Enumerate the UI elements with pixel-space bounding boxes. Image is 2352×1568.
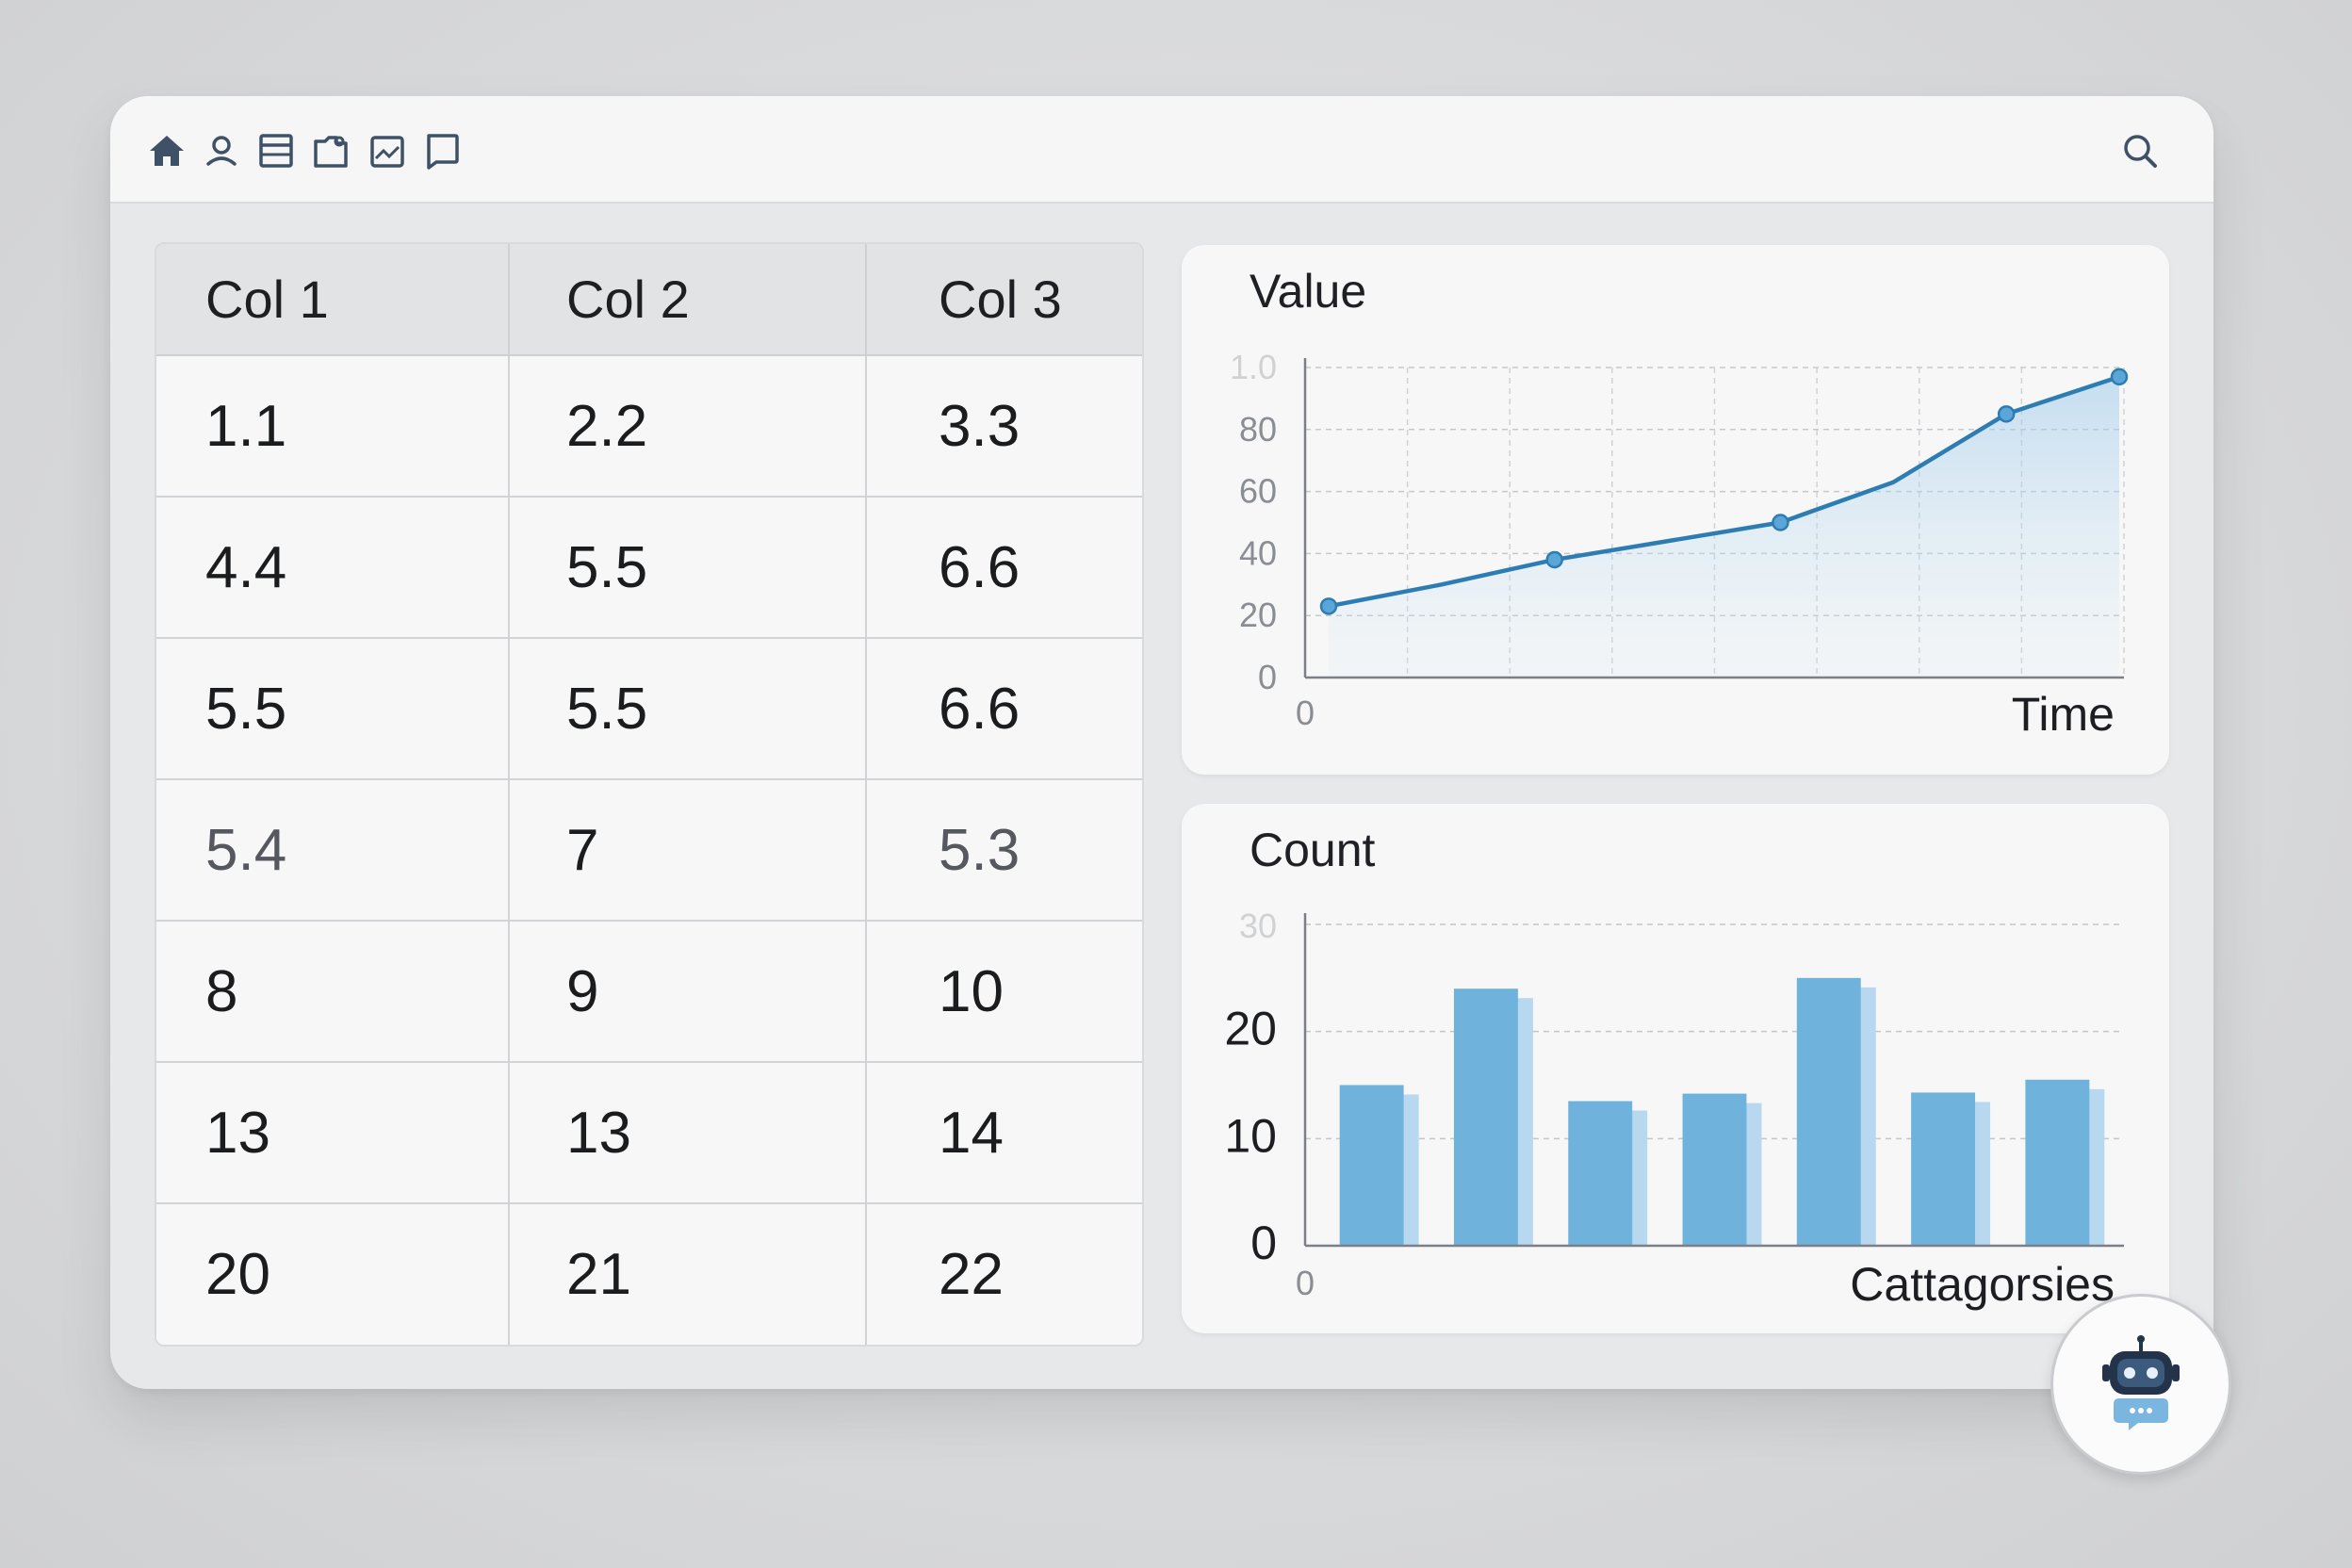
- top-toolbar: [110, 96, 2213, 204]
- table-cell[interactable]: 20: [156, 1203, 510, 1345]
- table-cell[interactable]: 10: [866, 921, 1142, 1063]
- user-icon[interactable]: [197, 126, 246, 175]
- y-tick-label: 10: [1224, 1109, 1277, 1162]
- line-chart-title: Value: [1250, 265, 1367, 318]
- table-cell[interactable]: 8: [156, 921, 510, 1063]
- x-axis-label: Time: [2012, 688, 2115, 741]
- table-cell[interactable]: 1.1: [156, 355, 510, 498]
- robot-assistant-button[interactable]: [2050, 1294, 2231, 1475]
- y-tick-label: 40: [1239, 533, 1277, 572]
- table-cell[interactable]: 13: [509, 1062, 867, 1204]
- bar-shadow: [1515, 998, 1533, 1246]
- line-point: [1997, 405, 2016, 423]
- line-point: [1772, 514, 1789, 531]
- data-table: Col 1 Col 2 Col 3 1.1 2.2 3.3 4.4 5.5 6.…: [156, 244, 1142, 1345]
- y-tick-label: 60: [1239, 472, 1277, 511]
- table-cell[interactable]: 22: [866, 1203, 1142, 1345]
- bar-chart: 0 10 20 30 0 Cattagorsies: [1224, 906, 2124, 1311]
- y-tick-label: 20: [1224, 1003, 1277, 1055]
- app-window: Col 1 Col 2 Col 3 1.1 2.2 3.3 4.4 5.5 6.…: [110, 96, 2213, 1389]
- table-cell[interactable]: 5.5: [509, 638, 867, 780]
- bar: [1796, 977, 1861, 1246]
- table-cell[interactable]: 3.3: [866, 355, 1142, 498]
- table-icon[interactable]: [252, 126, 301, 175]
- bar: [1568, 1101, 1633, 1246]
- bar-shadow: [1630, 1110, 1648, 1246]
- image-icon[interactable]: [363, 126, 412, 175]
- bar: [2025, 1079, 2090, 1246]
- table-cell[interactable]: 5.3: [866, 779, 1142, 922]
- table-cell[interactable]: 6.6: [866, 638, 1142, 780]
- table-cell[interactable]: 5.4: [156, 779, 510, 922]
- chat-icon[interactable]: [417, 126, 466, 175]
- y-tick-label: 20: [1239, 596, 1277, 634]
- y-tick-label: 0: [1250, 1217, 1277, 1269]
- table-cell[interactable]: 21: [509, 1203, 867, 1345]
- table-row: 8 9 10: [156, 921, 1142, 1063]
- bar-shadow: [1858, 987, 1876, 1246]
- column-header[interactable]: Col 1: [156, 244, 510, 356]
- home-icon[interactable]: [142, 126, 191, 175]
- table-row: 4.4 5.5 6.6: [156, 497, 1142, 639]
- robot-assistant-icon: [2102, 1335, 2180, 1430]
- table-row: 5.5 5.5 6.6: [156, 638, 1142, 780]
- y-tick-label: 80: [1239, 410, 1277, 449]
- data-table-panel: Col 1 Col 2 Col 3 1.1 2.2 3.3 4.4 5.5 6.…: [155, 242, 1144, 1347]
- folder-icon[interactable]: [306, 126, 355, 175]
- x-axis-label: Cattagorsies: [1850, 1258, 2115, 1311]
- table-header-row: Col 1 Col 2 Col 3: [156, 244, 1142, 356]
- bar-shadow: [2087, 1088, 2105, 1246]
- bar-shadow: [1973, 1102, 1991, 1246]
- line-point: [2110, 368, 2129, 386]
- table-cell[interactable]: 2.2: [509, 355, 867, 498]
- table-cell[interactable]: 5.5: [156, 638, 510, 780]
- table-cell[interactable]: 6.6: [866, 497, 1142, 639]
- bar-chart-title: Count: [1250, 824, 1376, 876]
- table-cell[interactable]: 13: [156, 1062, 510, 1204]
- x-origin-label: 0: [1296, 1264, 1315, 1302]
- table-row: 1.1 2.2 3.3: [156, 355, 1142, 498]
- table-row: 13 13 14: [156, 1062, 1142, 1204]
- bar: [1911, 1092, 1976, 1246]
- bar-chart-card: 0 10 20 30 0 Cattagorsies Count: [1182, 804, 2169, 1333]
- line-point: [1545, 550, 1563, 569]
- line-point: [1319, 597, 1338, 615]
- bar: [1453, 988, 1518, 1246]
- y-tick-label: 1.0: [1230, 348, 1277, 386]
- bar-shadow: [1744, 1102, 1762, 1246]
- table-cell[interactable]: 7: [509, 779, 867, 922]
- y-tick-label: 0: [1258, 658, 1277, 696]
- line-chart: 0 20 40 60 80 1.0 0 Time: [1230, 348, 2129, 741]
- bar-shadow: [1401, 1094, 1419, 1246]
- line-area: [1329, 376, 2119, 678]
- table-cell[interactable]: 5.5: [509, 497, 867, 639]
- x-origin-label: 0: [1296, 694, 1315, 732]
- table-cell[interactable]: 14: [866, 1062, 1142, 1204]
- bar: [1339, 1085, 1404, 1246]
- search-icon[interactable]: [2115, 126, 2164, 175]
- bar: [1682, 1093, 1747, 1246]
- table-row: 5.4 7 5.3: [156, 779, 1142, 922]
- column-header[interactable]: Col 2: [509, 244, 867, 356]
- y-tick-label: 30: [1239, 906, 1277, 945]
- table-cell[interactable]: 4.4: [156, 497, 510, 639]
- column-header[interactable]: Col 3: [866, 244, 1142, 356]
- table-row: 20 21 22: [156, 1203, 1142, 1345]
- line-chart-card: 0 20 40 60 80 1.0 0 Time Value: [1182, 245, 2169, 775]
- table-cell[interactable]: 9: [509, 921, 867, 1063]
